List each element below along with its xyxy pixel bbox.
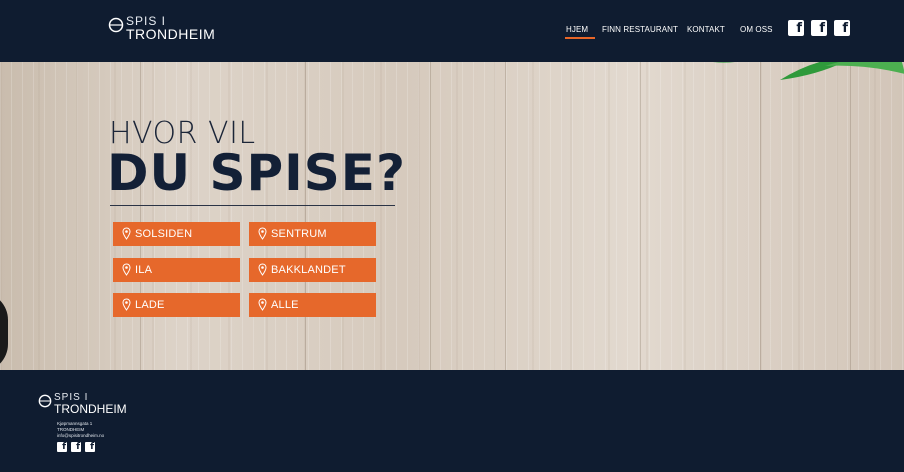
area-label: ALLE xyxy=(271,299,299,311)
facebook-icon[interactable]: f xyxy=(811,20,827,36)
nav-kontakt[interactable]: KONTAKT xyxy=(687,25,725,34)
site-footer: SPIS I TRONDHEIM xyxy=(0,370,904,472)
facebook-icon[interactable]: f xyxy=(57,442,67,452)
site-logo[interactable]: SPIS I TRONDHEIM xyxy=(108,14,238,44)
area-label: SOLSIDEN xyxy=(135,228,193,240)
area-button-alle[interactable]: ALLE xyxy=(249,293,376,317)
hero-section: HVOR VIL DU SPISE? SOLSIDEN SENTRUM ILA … xyxy=(0,62,904,370)
footer-email[interactable]: info@spisitrondheim.no xyxy=(57,433,104,438)
area-button-sentrum[interactable]: SENTRUM xyxy=(249,222,376,246)
area-label: ILA xyxy=(135,264,153,276)
logo-line2: TRONDHEIM xyxy=(126,26,216,42)
area-label: SENTRUM xyxy=(271,228,327,240)
active-nav-indicator xyxy=(565,37,595,39)
facebook-icon[interactable]: f xyxy=(834,20,850,36)
leaf-decoration xyxy=(713,62,904,80)
area-button-ila[interactable]: ILA xyxy=(113,258,240,282)
location-pin-icon xyxy=(258,227,267,240)
area-button-solsiden[interactable]: SOLSIDEN xyxy=(113,222,240,246)
hero-divider xyxy=(110,205,395,206)
nav-hjem[interactable]: HJEM xyxy=(566,25,588,34)
facebook-icon[interactable]: f xyxy=(71,442,81,452)
footer-logo-line2: TRONDHEIM xyxy=(54,402,127,416)
facebook-icon[interactable]: f xyxy=(85,442,95,452)
area-button-bakklandet[interactable]: BAKKLANDET xyxy=(249,258,376,282)
dark-object xyxy=(0,292,8,370)
area-label: BAKKLANDET xyxy=(271,264,346,276)
location-pin-icon xyxy=(258,298,267,311)
location-pin-icon xyxy=(258,263,267,276)
facebook-icon[interactable]: f xyxy=(788,20,804,36)
location-pin-icon xyxy=(122,298,131,311)
footer-logo[interactable]: SPIS I TRONDHEIM xyxy=(38,392,148,418)
plate-icon xyxy=(38,394,52,408)
area-button-lade[interactable]: LADE xyxy=(113,293,240,317)
nav-finn-restaurant[interactable]: FINN RESTAURANT xyxy=(602,25,678,34)
location-pin-icon xyxy=(122,227,131,240)
hero-title: DU SPISE? xyxy=(107,144,406,202)
site-header: SPIS I TRONDHEIM HJEM FINN RESTAURANT KO… xyxy=(0,0,904,62)
area-label: LADE xyxy=(135,299,165,311)
nav-om-oss[interactable]: OM OSS xyxy=(740,25,773,34)
footer-address-city: TRONDHEIM xyxy=(57,427,85,432)
plate-icon xyxy=(108,17,124,33)
footer-address-street: Kjøpmannsgata 1 xyxy=(57,421,93,426)
location-pin-icon xyxy=(122,263,131,276)
